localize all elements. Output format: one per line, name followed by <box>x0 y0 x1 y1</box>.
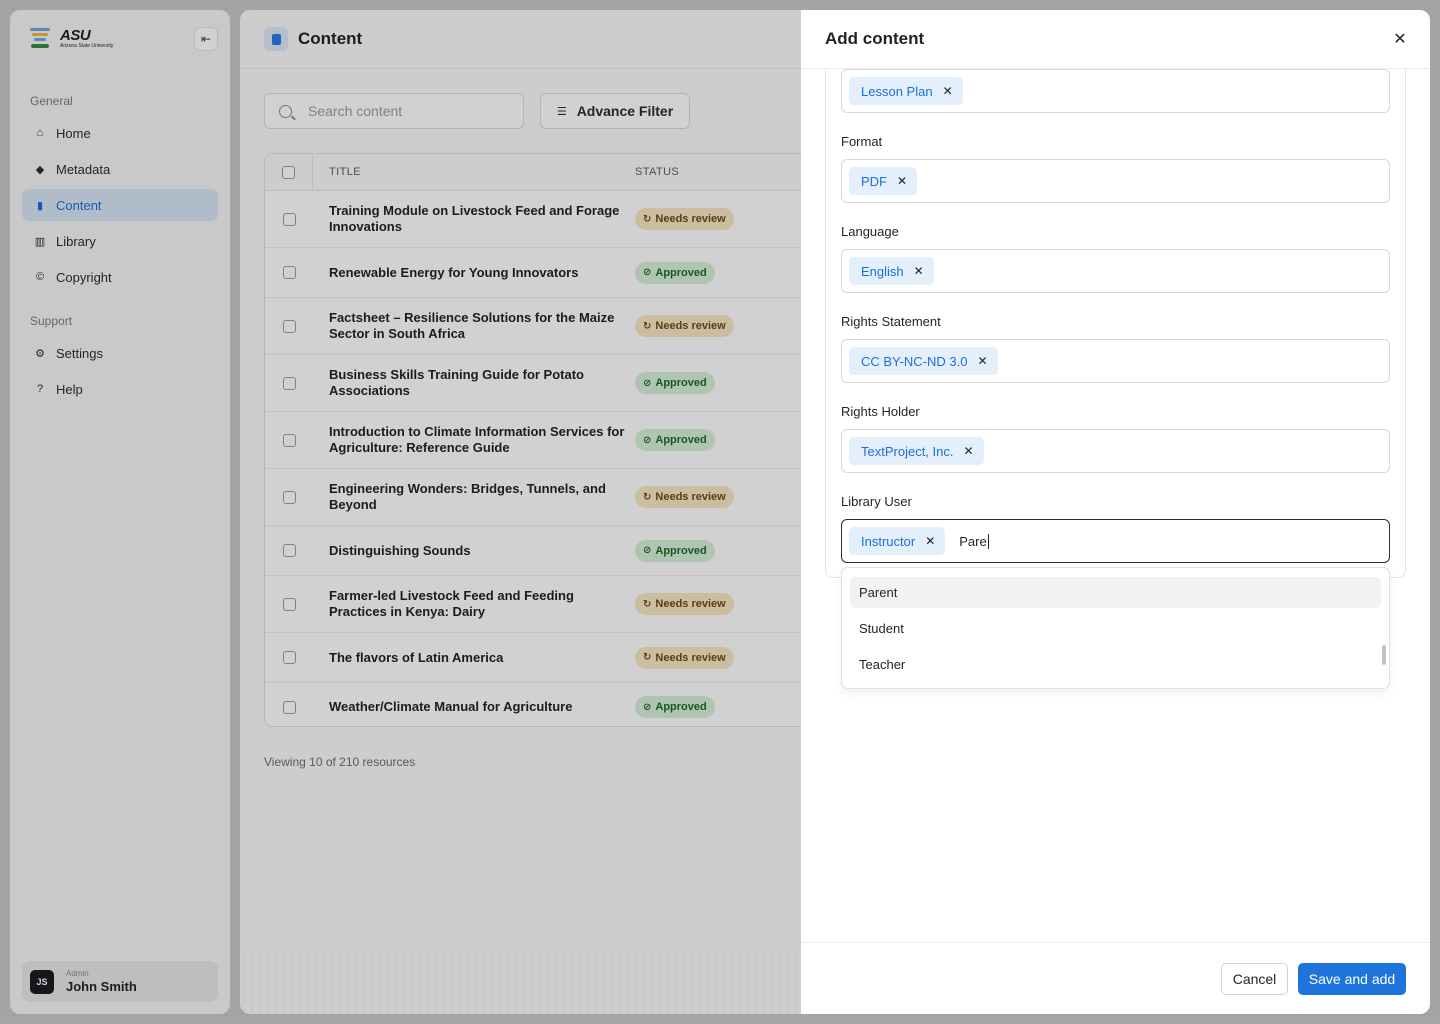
remove-tag-icon[interactable]: ✕ <box>897 174 907 188</box>
tag-chip: TextProject, Inc. ✕ <box>849 437 984 465</box>
tag-label: CC BY-NC-ND 3.0 <box>861 353 968 369</box>
option-parent[interactable]: Parent <box>850 577 1381 608</box>
multi-select-field[interactable]: Instructor ✕ Pare <box>841 519 1390 563</box>
tag-chip: English ✕ <box>849 257 934 285</box>
field-label: Library User <box>841 494 912 509</box>
remove-tag-icon[interactable]: ✕ <box>943 84 953 98</box>
tag-label: PDF <box>861 173 887 189</box>
multi-select-field[interactable]: PDF ✕ <box>841 159 1390 203</box>
add-content-drawer: Add content ✕ Lesson Plan ✕ Format PDF ✕ Lang… <box>801 10 1430 1014</box>
cancel-button[interactable]: Cancel <box>1221 963 1288 995</box>
remove-tag-icon[interactable]: ✕ <box>977 354 987 368</box>
save-and-add-button[interactable]: Save and add <box>1298 963 1406 995</box>
option-teacher[interactable]: Teacher <box>850 649 1381 680</box>
tag-chip: PDF ✕ <box>849 167 918 195</box>
tag-chip: Lesson Plan ✕ <box>849 77 963 105</box>
drawer-footer: Cancel Save and add <box>801 942 1430 1014</box>
drawer-title: Add content <box>825 29 925 48</box>
close-button[interactable]: ✕ <box>1390 29 1410 49</box>
tag-label: TextProject, Inc. <box>861 443 954 459</box>
tag-label: Lesson Plan <box>861 83 933 99</box>
tag-chip: Instructor ✕ <box>849 527 946 555</box>
text-caret <box>987 533 989 549</box>
field-label: Language <box>841 224 899 239</box>
typed-text[interactable]: Pare <box>959 534 986 549</box>
drawer-header: Add content ✕ <box>801 10 1430 69</box>
tag-chip: CC BY-NC-ND 3.0 ✕ <box>849 347 998 375</box>
field-label: Rights Statement <box>841 314 941 329</box>
dropdown-scrollbar[interactable] <box>1382 645 1386 665</box>
multi-select-field[interactable]: Lesson Plan ✕ <box>841 69 1390 113</box>
remove-tag-icon[interactable]: ✕ <box>925 534 935 548</box>
option-student[interactable]: Student <box>850 613 1381 644</box>
tag-label: Instructor <box>861 533 916 549</box>
remove-tag-icon[interactable]: ✕ <box>914 264 924 278</box>
multi-select-field[interactable]: TextProject, Inc. ✕ <box>841 429 1390 473</box>
multi-select-field[interactable]: English ✕ <box>841 249 1390 293</box>
tag-label: English <box>861 263 904 279</box>
field-label: Rights Holder <box>841 404 920 419</box>
field-label: Format <box>841 134 883 149</box>
remove-tag-icon[interactable]: ✕ <box>963 444 973 458</box>
close-icon: ✕ <box>1393 31 1407 48</box>
multi-select-field[interactable]: CC BY-NC-ND 3.0 ✕ <box>841 339 1390 383</box>
autocomplete-dropdown: Parent Student Teacher <box>841 567 1390 689</box>
